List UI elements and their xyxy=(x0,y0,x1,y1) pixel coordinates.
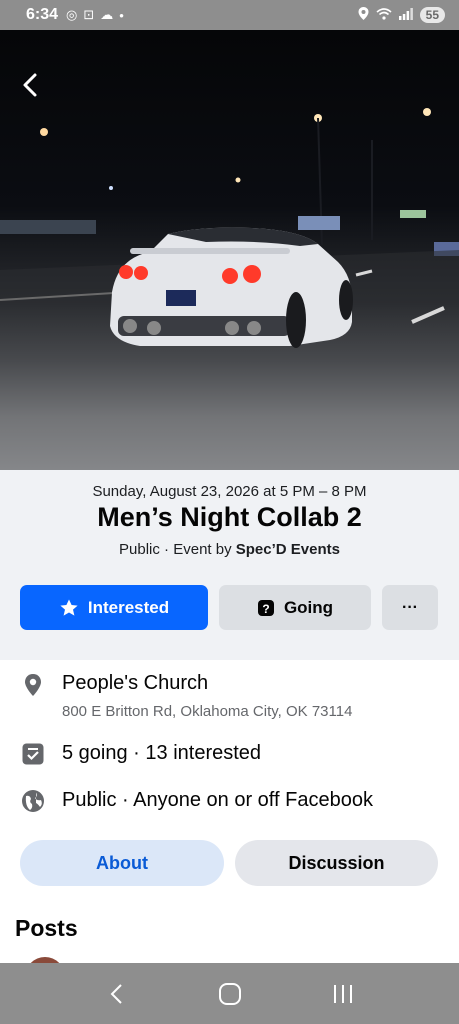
visibility-row: Public · Anyone on or off Facebook xyxy=(0,787,459,817)
event-header: Sunday, August 23, 2026 at 5 PM – 8 PM M… xyxy=(0,470,459,660)
globe-icon xyxy=(21,789,45,813)
signal-icon xyxy=(398,7,413,23)
nav-back-button[interactable] xyxy=(97,974,137,1014)
going-label: Going xyxy=(283,597,334,617)
event-cover-image xyxy=(0,30,459,470)
dot-icon: • xyxy=(119,7,124,23)
location-status-icon xyxy=(358,7,369,23)
location-row[interactable]: People's Church 800 E Britton Rd, Oklaho… xyxy=(0,660,459,730)
wifi-icon xyxy=(376,7,392,23)
attendance-row[interactable]: 5 going · 13 interested xyxy=(0,740,459,770)
checklist-icon xyxy=(21,742,45,766)
nav-recents-button[interactable] xyxy=(323,974,363,1014)
going-button[interactable]: ? Going xyxy=(219,585,371,630)
star-icon xyxy=(59,598,79,618)
cloud-icon: ☁ xyxy=(100,7,114,22)
location-address: 800 E Britton Rd, Oklahoma City, OK 7311… xyxy=(62,703,353,720)
interested-button[interactable]: Interested xyxy=(20,585,208,630)
location-name: People's Church xyxy=(62,672,209,694)
event-visibility: Public · Anyone on or off Facebook xyxy=(62,789,373,811)
more-options-button[interactable]: ··· xyxy=(382,585,438,630)
threads-icon: ◎ xyxy=(66,7,78,22)
status-time: 6:34 xyxy=(26,6,59,23)
chevron-left-icon xyxy=(23,73,37,97)
event-title: Men’s Night Collab 2 xyxy=(97,502,362,532)
status-bar: 6:34 ◎ ⊡ ☁ • 55 xyxy=(0,0,459,30)
event-meta: Public · Event by Spec’D Events xyxy=(0,541,459,558)
system-navigation-bar xyxy=(0,963,459,1024)
posts-heading: Posts xyxy=(15,915,78,941)
attendance-count: 5 going · 13 interested xyxy=(62,742,262,764)
nav-home-icon xyxy=(218,982,241,1005)
more-icon: ··· xyxy=(402,598,418,616)
tab-discussion[interactable]: Discussion xyxy=(235,840,438,886)
cover-photo-car-at-night xyxy=(0,108,459,470)
svg-text:?: ? xyxy=(262,602,269,616)
tab-about[interactable]: About xyxy=(20,840,224,886)
map-pin-icon xyxy=(21,673,45,697)
battery-indicator: 55 xyxy=(419,7,445,23)
event-organizer-link[interactable]: Spec’D Events xyxy=(236,541,340,558)
question-icon: ? xyxy=(257,599,275,617)
nav-back-icon xyxy=(110,983,122,1004)
event-privacy: Public · Event by xyxy=(119,541,236,558)
interested-label: Interested xyxy=(87,597,170,617)
nav-home-button[interactable] xyxy=(210,974,250,1014)
nav-recents-icon xyxy=(333,984,352,1003)
event-date: Sunday, August 23, 2026 at 5 PM – 8 PM xyxy=(92,483,367,500)
screenshot-icon: ⊡ xyxy=(83,7,95,22)
back-button[interactable] xyxy=(16,70,46,100)
